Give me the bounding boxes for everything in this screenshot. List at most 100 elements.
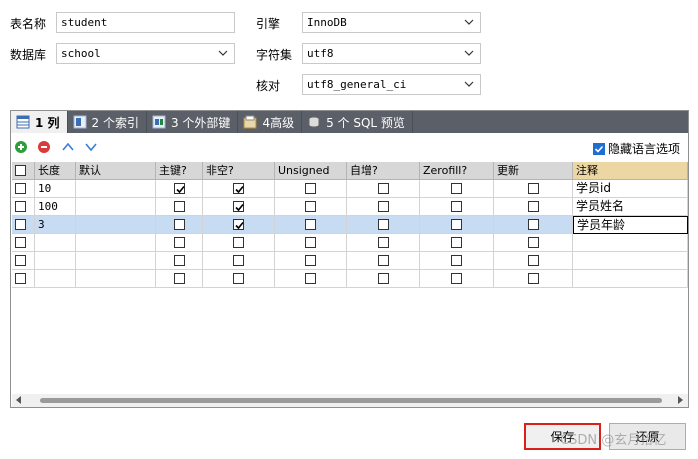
not-null-checkbox[interactable] [233, 273, 244, 284]
cell-not-null[interactable] [203, 216, 275, 234]
auto-increment-checkbox[interactable] [378, 237, 389, 248]
scroll-left-icon[interactable] [15, 396, 23, 404]
table-row[interactable] [12, 270, 688, 288]
unsigned-checkbox[interactable] [305, 201, 316, 212]
row-select-checkbox[interactable] [15, 183, 26, 194]
row-select-checkbox[interactable] [15, 219, 26, 230]
auto-increment-checkbox[interactable] [378, 201, 389, 212]
hide-language-options-checkbox[interactable] [592, 142, 605, 155]
row-select-cell[interactable] [12, 252, 35, 270]
tab-advanced[interactable]: 4高级 [238, 111, 303, 133]
cell-comment[interactable]: 学员年龄 [573, 216, 688, 234]
header-auto-increment[interactable]: 自增? [347, 162, 420, 180]
move-up-icon[interactable] [61, 140, 75, 154]
update-checkbox[interactable] [528, 237, 539, 248]
unsigned-checkbox[interactable] [305, 255, 316, 266]
cell-update[interactable] [494, 198, 573, 216]
cell-update[interactable] [494, 270, 573, 288]
zerofill-checkbox[interactable] [451, 219, 462, 230]
tab-sql-preview[interactable]: 5 个 SQL 预览 [302, 111, 413, 133]
cell-length[interactable] [35, 234, 76, 252]
cell-not-null[interactable] [203, 198, 275, 216]
cell-auto-increment[interactable] [347, 216, 420, 234]
tab-columns[interactable]: 1 列 [11, 111, 68, 133]
cell-default[interactable] [76, 252, 156, 270]
cell-unsigned[interactable] [275, 270, 347, 288]
header-zerofill[interactable]: Zerofill? [420, 162, 494, 180]
cell-default[interactable] [76, 198, 156, 216]
engine-select[interactable]: InnoDB [302, 12, 481, 33]
zerofill-checkbox[interactable] [451, 273, 462, 284]
cell-not-null[interactable] [203, 180, 275, 198]
cell-update[interactable] [494, 234, 573, 252]
header-comment[interactable]: 注释 [573, 162, 688, 180]
cell-comment[interactable] [573, 234, 688, 252]
primary-key-checkbox[interactable] [174, 255, 185, 266]
database-select[interactable]: school [56, 43, 235, 64]
delete-field-icon[interactable] [37, 140, 51, 154]
cell-auto-increment[interactable] [347, 198, 420, 216]
row-select-checkbox[interactable] [15, 201, 26, 212]
table-row[interactable]: 100 学员姓名 [12, 198, 688, 216]
cell-zerofill[interactable] [420, 270, 494, 288]
row-select-cell[interactable] [12, 216, 35, 234]
table-row[interactable] [12, 234, 688, 252]
update-checkbox[interactable] [528, 255, 539, 266]
header-length[interactable]: 长度 [35, 162, 76, 180]
move-down-icon[interactable] [84, 140, 98, 154]
row-select-checkbox[interactable] [15, 237, 26, 248]
update-checkbox[interactable] [528, 219, 539, 230]
update-checkbox[interactable] [528, 273, 539, 284]
collation-select[interactable]: utf8_general_ci [302, 74, 481, 95]
not-null-checkbox[interactable] [233, 255, 244, 266]
cell-unsigned[interactable] [275, 216, 347, 234]
cell-auto-increment[interactable] [347, 234, 420, 252]
row-select-checkbox[interactable] [15, 273, 26, 284]
cell-not-null[interactable] [203, 252, 275, 270]
zerofill-checkbox[interactable] [451, 255, 462, 266]
cell-length[interactable] [35, 270, 76, 288]
cell-length[interactable]: 100 [35, 198, 76, 216]
update-checkbox[interactable] [528, 201, 539, 212]
table-row[interactable] [12, 252, 688, 270]
not-null-checkbox[interactable] [233, 201, 244, 212]
cell-zerofill[interactable] [420, 252, 494, 270]
unsigned-checkbox[interactable] [305, 183, 316, 194]
auto-increment-checkbox[interactable] [378, 255, 389, 266]
scroll-right-icon[interactable] [676, 396, 684, 404]
cell-primary-key[interactable] [156, 180, 203, 198]
table-row[interactable]: 10 学员id [12, 180, 688, 198]
primary-key-checkbox[interactable] [174, 201, 185, 212]
hide-language-options[interactable]: 隐藏语言选项 [592, 140, 680, 157]
horizontal-scrollbar[interactable] [12, 394, 688, 407]
header-primary-key[interactable]: 主键? [156, 162, 203, 180]
primary-key-checkbox[interactable] [174, 237, 185, 248]
cell-auto-increment[interactable] [347, 252, 420, 270]
cell-default[interactable] [76, 216, 156, 234]
unsigned-checkbox[interactable] [305, 237, 316, 248]
cell-zerofill[interactable] [420, 198, 494, 216]
cell-comment[interactable]: 学员id [573, 180, 688, 198]
cell-default[interactable] [76, 180, 156, 198]
cell-update[interactable] [494, 180, 573, 198]
cell-unsigned[interactable] [275, 198, 347, 216]
cell-length[interactable]: 3 [35, 216, 76, 234]
cell-unsigned[interactable] [275, 252, 347, 270]
update-checkbox[interactable] [528, 183, 539, 194]
cell-default[interactable] [76, 234, 156, 252]
tab-indexes[interactable]: 2 个索引 [68, 111, 147, 133]
header-not-null[interactable]: 非空? [203, 162, 275, 180]
cell-unsigned[interactable] [275, 180, 347, 198]
row-select-cell[interactable] [12, 270, 35, 288]
cell-auto-increment[interactable] [347, 270, 420, 288]
row-select-cell[interactable] [12, 234, 35, 252]
table-name-input[interactable]: student [56, 12, 235, 33]
select-all-cell[interactable] [12, 162, 35, 180]
charset-select[interactable]: utf8 [302, 43, 481, 64]
cell-primary-key[interactable] [156, 252, 203, 270]
cell-not-null[interactable] [203, 234, 275, 252]
cell-update[interactable] [494, 252, 573, 270]
cell-zerofill[interactable] [420, 234, 494, 252]
select-all-checkbox[interactable] [15, 165, 26, 176]
header-unsigned[interactable]: Unsigned [275, 162, 347, 180]
